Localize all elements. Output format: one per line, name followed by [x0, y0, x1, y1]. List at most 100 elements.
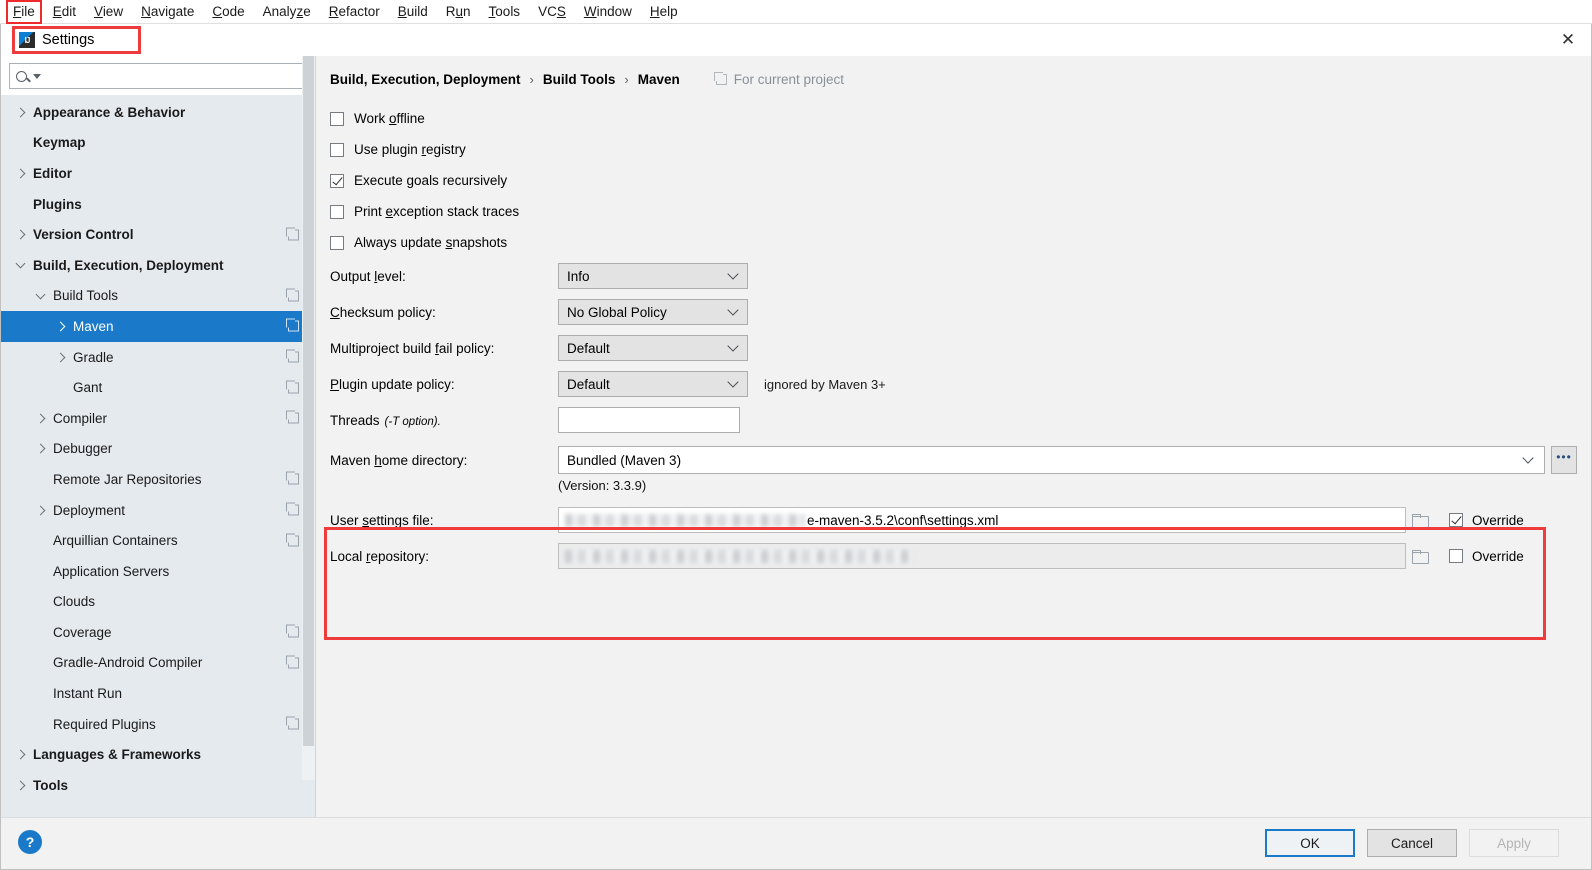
sidebar-item-arquillian-containers[interactable]: Arquillian Containers [1, 525, 315, 556]
menu-item-view[interactable]: View [85, 1, 132, 23]
ok-button[interactable]: OK [1265, 829, 1355, 857]
sidebar-item-label: Editor [33, 165, 72, 181]
user-settings-override-checkbox[interactable] [1449, 513, 1463, 527]
threads-input[interactable] [558, 407, 740, 433]
chevron-right-icon[interactable] [55, 352, 66, 362]
sidebar-item-deployment[interactable]: Deployment [1, 495, 315, 526]
combo-output-level[interactable]: Info [558, 263, 748, 289]
menu-item-file[interactable]: File [6, 0, 42, 24]
chevron-right-icon[interactable] [15, 780, 26, 791]
sidebar-item-required-plugins[interactable]: Required Plugins [1, 709, 315, 740]
sidebar-item-gradle-android-compiler[interactable]: Gradle-Android Compiler [1, 648, 315, 679]
chevron-right-icon[interactable] [35, 443, 46, 454]
checkbox-label: Print exception stack traces [354, 204, 520, 219]
menu-item-tools[interactable]: Tools [480, 1, 530, 23]
chevron-down-icon[interactable] [15, 258, 26, 269]
sidebar-item-clouds[interactable]: Clouds [1, 587, 315, 618]
sidebar-item-debugger[interactable]: Debugger [1, 434, 315, 465]
local-repository-override-checkbox[interactable] [1449, 549, 1463, 563]
copy-settings-icon [286, 410, 299, 424]
sidebar-item-remote-jar-repositories[interactable]: Remote Jar Repositories [1, 464, 315, 495]
maven-home-directory-row: Maven home directory: Bundled (Maven 3) … [330, 443, 1591, 477]
dialog-titlebar: Settings ✕ [1, 24, 1591, 56]
chevron-down-icon [727, 376, 739, 388]
sidebar-item-keymap[interactable]: Keymap [1, 128, 315, 159]
folder-icon[interactable] [1412, 514, 1429, 528]
close-icon[interactable]: ✕ [1545, 24, 1591, 56]
local-repository-row: Local repository: Override [330, 538, 1577, 574]
sidebar-item-plugins[interactable]: Plugins [1, 189, 315, 220]
sidebar-item-label: Required Plugins [53, 716, 156, 732]
menu-item-navigate[interactable]: Navigate [132, 1, 203, 23]
local-repository-override-wrap[interactable]: Override [1449, 549, 1577, 564]
checkbox-always-update-snapshots[interactable] [330, 235, 344, 250]
sidebar-item-instant-run[interactable]: Instant Run [1, 678, 315, 709]
sidebar-item-label: Version Control [33, 227, 134, 243]
menu-item-vcs[interactable]: VCS [529, 1, 575, 23]
checkbox-print-exception-stack-traces[interactable] [330, 204, 344, 219]
sidebar-item-languages-frameworks[interactable]: Languages & Frameworks [1, 739, 315, 770]
menu-item-refactor[interactable]: Refactor [320, 1, 389, 23]
combo-value: Info [567, 268, 590, 284]
combo-multiproject-build-fail-policy[interactable]: Default [558, 335, 748, 361]
checkbox-row-always-update-snapshots[interactable]: Always update snapshots [330, 227, 1591, 258]
chevron-right-icon[interactable] [15, 749, 26, 760]
sidebar-item-label: Clouds [53, 594, 96, 610]
chevron-right-icon[interactable] [15, 107, 26, 118]
combo-label-checksum-policy: Checksum policy: [330, 304, 436, 320]
menu-item-window[interactable]: Window [575, 1, 641, 23]
sidebar-item-tools[interactable]: Tools [1, 770, 315, 801]
chevron-right-icon[interactable] [15, 229, 26, 240]
sidebar-item-build-execution-deployment[interactable]: Build, Execution, Deployment [1, 250, 315, 281]
browse-maven-home-button[interactable]: ••• [1551, 446, 1577, 474]
menu-item-analyze[interactable]: Analyze [254, 1, 320, 23]
checkbox-row-use-plugin-registry[interactable]: Use plugin registry [330, 134, 1591, 165]
sidebar-item-editor[interactable]: Editor [1, 158, 315, 189]
user-settings-override-wrap[interactable]: Override [1449, 513, 1577, 528]
help-icon[interactable]: ? [18, 830, 42, 854]
sidebar-item-application-servers[interactable]: Application Servers [1, 556, 315, 587]
checkbox-row-work-offline[interactable]: Work offline [330, 103, 1591, 134]
sidebar-item-maven[interactable]: Maven [1, 311, 315, 342]
chevron-right-icon[interactable] [35, 413, 46, 424]
breadcrumb-item-1[interactable]: Build Tools [543, 72, 616, 87]
menu-item-code[interactable]: Code [203, 1, 253, 23]
sidebar-item-gradle[interactable]: Gradle [1, 342, 315, 373]
threads-row: Threads (-T option). [330, 402, 1591, 438]
checkbox-row-print-exception-stack-traces[interactable]: Print exception stack traces [330, 196, 1591, 227]
breadcrumb-separator: › [624, 72, 629, 87]
menu-item-edit[interactable]: Edit [44, 1, 85, 23]
chevron-right-icon[interactable] [35, 505, 46, 515]
search-box[interactable] [9, 63, 307, 89]
combo-checksum-policy[interactable]: No Global Policy [558, 299, 748, 325]
checkbox-row-execute-goals-recursively[interactable]: Execute goals recursively [330, 165, 1591, 196]
chevron-right-icon[interactable] [15, 168, 26, 179]
menu-item-help[interactable]: Help [641, 1, 687, 23]
combo-label-multiproject-build-fail-policy: Multiproject build fail policy: [330, 340, 495, 356]
sidebar-item-build-tools[interactable]: Build Tools [1, 281, 315, 312]
menu-item-build[interactable]: Build [389, 1, 437, 23]
sidebar-item-gant[interactable]: Gant [1, 372, 315, 403]
checkbox-work-offline[interactable] [330, 111, 344, 126]
checkbox-use-plugin-registry[interactable] [330, 142, 344, 157]
menu-item-run[interactable]: Run [437, 1, 480, 23]
search-area [1, 56, 315, 95]
sidebar-item-compiler[interactable]: Compiler [1, 403, 315, 434]
chevron-down-icon[interactable] [35, 289, 46, 300]
maven-settings-panel: Build, Execution, Deployment › Build Too… [316, 56, 1591, 818]
sidebar-item-coverage[interactable]: Coverage [1, 617, 315, 648]
breadcrumb-item-0[interactable]: Build, Execution, Deployment [330, 72, 521, 87]
cancel-button[interactable]: Cancel [1367, 829, 1457, 857]
user-settings-file-input[interactable]: e-maven-3.5.2\conf\settings.xml [558, 507, 1406, 533]
chevron-right-icon[interactable] [55, 321, 66, 332]
sidebar-item-label: Gant [73, 380, 103, 396]
combo-plugin-update-policy[interactable]: Default [558, 371, 748, 397]
sidebar-item-appearance-behavior[interactable]: Appearance & Behavior [1, 97, 315, 128]
maven-home-directory-combo[interactable]: Bundled (Maven 3) [558, 446, 1545, 474]
local-repository-input [558, 543, 1406, 569]
search-input[interactable] [45, 67, 300, 85]
sidebar-scrollbar-thumb[interactable] [303, 56, 314, 746]
sidebar-scrollbar-track[interactable] [302, 56, 315, 780]
sidebar-item-version-control[interactable]: Version Control [1, 219, 315, 250]
checkbox-execute-goals-recursively[interactable] [330, 173, 344, 188]
